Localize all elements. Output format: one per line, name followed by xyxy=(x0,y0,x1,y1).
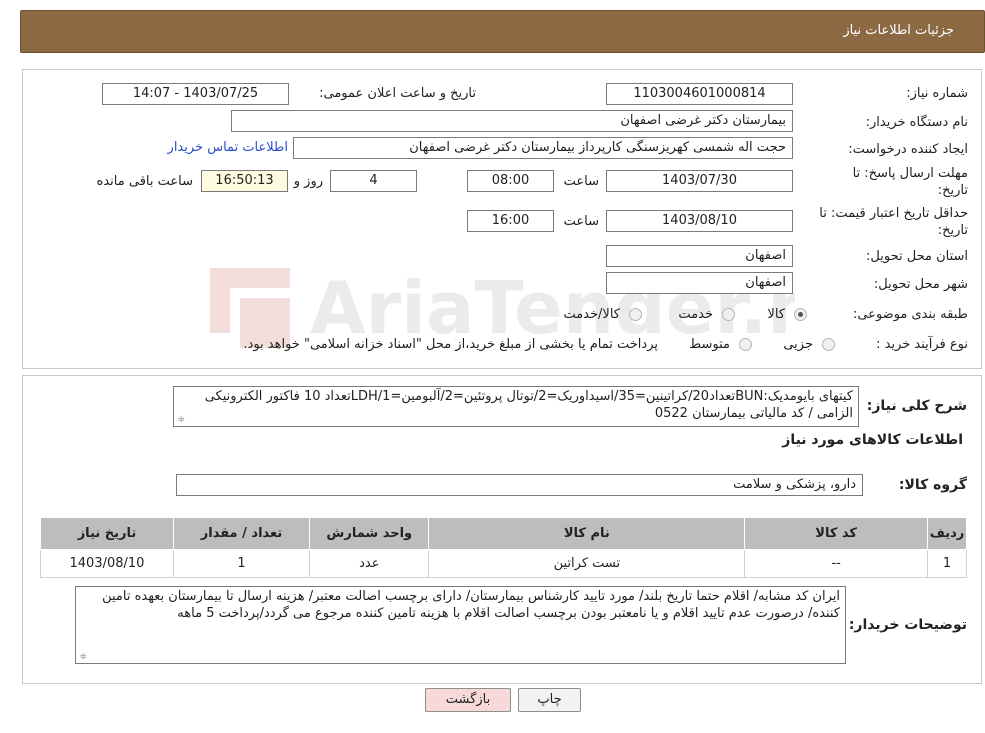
buyer-notes-text: ایران کد مشابه/ اقلام حتما تاریخ بلند/ م… xyxy=(102,589,840,621)
deadline-date-field: 1403/07/30 xyxy=(606,170,793,192)
buyer-org-field: بیمارستان دکتر غرضی اصفهان xyxy=(231,110,793,132)
cell-quantity: 1 xyxy=(172,549,311,578)
cell-goods-code: -- xyxy=(744,549,929,578)
resize-grip-icon[interactable]: ≑ xyxy=(176,416,185,425)
category-option-goods-label: کالا xyxy=(767,307,785,322)
general-desc-label: شرح کلی نیاز: xyxy=(866,398,967,414)
category-option-goods-service-label: کالا/خدمت xyxy=(563,307,620,322)
days-and-label: روز و xyxy=(293,174,323,189)
purchase-radio-minor[interactable] xyxy=(822,338,835,351)
city-label: شهر محل تحویل: xyxy=(873,277,968,292)
validity-date-label: تاریخ: xyxy=(937,223,968,238)
cell-unit: عدد xyxy=(309,549,430,578)
deadline-time-label: ساعت xyxy=(563,174,599,189)
page-header: جزئیات اطلاعات نیاز xyxy=(20,10,985,53)
col-header-quantity: تعداد / مقدار xyxy=(172,517,311,550)
requester-label: ایجاد کننده درخواست: xyxy=(848,142,968,157)
announce-datetime-label: تاریخ و ساعت اعلان عمومی: xyxy=(319,86,476,101)
deadline-time-field: 08:00 xyxy=(467,170,554,192)
requester-field: حجت اله شمسی کهریزسنگی کارپرداز بیمارستا… xyxy=(293,137,793,159)
cell-goods-name: تست کراتین xyxy=(428,549,746,578)
table-row: 1 -- تست کراتین عدد 1 1403/08/10 xyxy=(40,549,967,578)
category-radio-goods-service[interactable] xyxy=(629,308,642,321)
validity-date-field: 1403/08/10 xyxy=(606,210,793,232)
table-header-row: ردیف کد کالا نام کالا واحد شمارش تعداد /… xyxy=(40,517,967,550)
category-label: طبقه بندی موضوعی: xyxy=(852,307,968,322)
goods-group-label: گروه کالا: xyxy=(898,477,967,493)
deadline-date-label: تاریخ: xyxy=(937,183,968,198)
general-desc-text: کیتهای بایومدیک:BUNتعداد20/کراتینین=35/ا… xyxy=(204,389,853,421)
page-title: جزئیات اطلاعات نیاز xyxy=(843,23,954,38)
general-desc-textarea[interactable]: کیتهای بایومدیک:BUNتعداد20/کراتینین=35/ا… xyxy=(173,386,859,427)
category-radio-service[interactable] xyxy=(722,308,735,321)
col-header-row-number: ردیف xyxy=(927,517,967,550)
goods-group-field: دارو، پزشکی و سلامت xyxy=(176,474,863,496)
col-header-goods-code: کد کالا xyxy=(744,517,929,550)
category-radio-goods[interactable] xyxy=(794,308,807,321)
need-number-label: شماره نیاز: xyxy=(906,86,968,101)
resize-grip-icon[interactable]: ≑ xyxy=(78,653,87,662)
treasury-note: پرداخت تمام یا بخشی از مبلغ خرید،از محل … xyxy=(243,337,658,352)
purchase-type-label: نوع فرآیند خرید : xyxy=(876,337,968,352)
buyer-notes-textarea[interactable]: ایران کد مشابه/ اقلام حتما تاریخ بلند/ م… xyxy=(75,586,846,664)
purchase-radio-medium[interactable] xyxy=(739,338,752,351)
need-number-field: 1103004601000814 xyxy=(606,83,793,105)
validity-time-field: 16:00 xyxy=(467,210,554,232)
cell-need-date: 1403/08/10 xyxy=(40,549,174,578)
purchase-option-medium-label: متوسط xyxy=(689,337,730,352)
goods-info-heading: اطلاعات کالاهای مورد نیاز xyxy=(782,432,963,448)
remaining-days-field: 4 xyxy=(330,170,417,192)
city-field: اصفهان xyxy=(606,272,793,294)
validity-label: حداقل تاریخ اعتبار قیمت: تا xyxy=(819,206,968,221)
col-header-goods-name: نام کالا xyxy=(428,517,746,550)
buyer-org-label: نام دستگاه خریدار: xyxy=(865,115,968,130)
purchase-option-minor-label: جزیی xyxy=(783,337,813,352)
remaining-time-field: 16:50:13 xyxy=(201,170,288,192)
announce-datetime-field: 1403/07/25 - 14:07 xyxy=(102,83,289,105)
col-header-need-date: تاریخ نیاز xyxy=(40,517,174,550)
col-header-unit: واحد شمارش xyxy=(309,517,430,550)
category-option-service-label: خدمت xyxy=(678,307,713,322)
validity-time-label: ساعت xyxy=(563,214,599,229)
cell-row-number: 1 xyxy=(927,549,967,578)
province-field: اصفهان xyxy=(606,245,793,267)
province-label: استان محل تحویل: xyxy=(866,249,968,264)
buyer-contact-link[interactable]: اطلاعات تماس خریدار xyxy=(168,140,288,155)
back-button[interactable]: بازگشت xyxy=(425,688,511,712)
goods-table: ردیف کد کالا نام کالا واحد شمارش تعداد /… xyxy=(40,517,967,578)
buyer-notes-label: توضیحات خریدار: xyxy=(848,617,967,633)
remaining-label: ساعت باقی مانده xyxy=(96,174,193,189)
print-button[interactable]: چاپ xyxy=(518,688,581,712)
deadline-label: مهلت ارسال پاسخ: تا xyxy=(852,166,968,181)
